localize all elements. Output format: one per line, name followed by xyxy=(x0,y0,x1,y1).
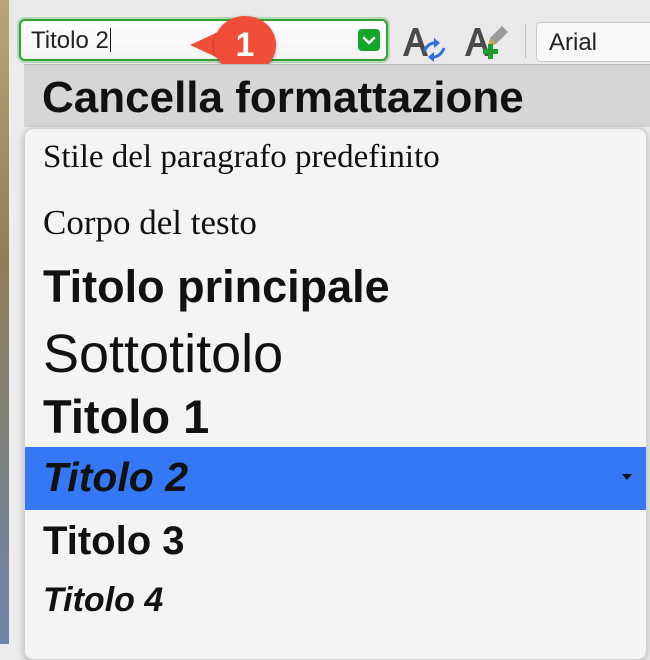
chevron-down-icon[interactable] xyxy=(358,29,380,51)
text-cursor xyxy=(109,28,112,52)
style-item-subtitle[interactable]: Sottotitolo xyxy=(25,321,646,387)
clear-formatting-item[interactable]: Cancella formattazione xyxy=(24,64,650,127)
style-item-heading-2[interactable]: Titolo 2 xyxy=(25,447,646,510)
style-item-heading-4[interactable]: Titolo 4 xyxy=(25,573,646,636)
font-name-value: Arial xyxy=(549,29,598,56)
toolbar-separator xyxy=(525,24,526,58)
style-item-label: Sottotitolo xyxy=(43,324,284,384)
style-item-label: Titolo 1 xyxy=(43,390,210,443)
font-name-combobox[interactable]: Arial xyxy=(536,22,650,62)
style-item-title[interactable]: Titolo principale xyxy=(25,255,646,321)
update-style-icon[interactable] xyxy=(400,22,448,62)
style-item-label: Titolo principale xyxy=(43,261,390,312)
style-item-label: Titolo 4 xyxy=(43,581,164,619)
style-item-label: Corpo del testo xyxy=(43,203,257,242)
style-item-label: Titolo 2 xyxy=(43,454,189,500)
style-item-heading-3[interactable]: Titolo 3 xyxy=(25,510,646,573)
style-item-label: Stile del paragrafo predefinito xyxy=(43,139,440,175)
caret-down-icon[interactable] xyxy=(622,474,632,480)
clear-formatting-label: Cancella formattazione xyxy=(42,73,524,122)
paragraph-style-value: Titolo 2 xyxy=(31,27,109,54)
paragraph-style-input[interactable]: Titolo 2 xyxy=(31,27,112,55)
style-item-heading-1[interactable]: Titolo 1 xyxy=(25,387,646,447)
new-style-icon[interactable] xyxy=(462,22,510,62)
style-item-default-paragraph[interactable]: Stile del paragrafo predefinito xyxy=(25,129,646,192)
style-list-popup: Stile del paragrafo predefinito Corpo de… xyxy=(24,128,647,660)
style-item-label: Titolo 3 xyxy=(43,519,185,563)
style-item-text-body[interactable]: Corpo del testo xyxy=(25,192,646,255)
window-edge xyxy=(0,0,9,644)
